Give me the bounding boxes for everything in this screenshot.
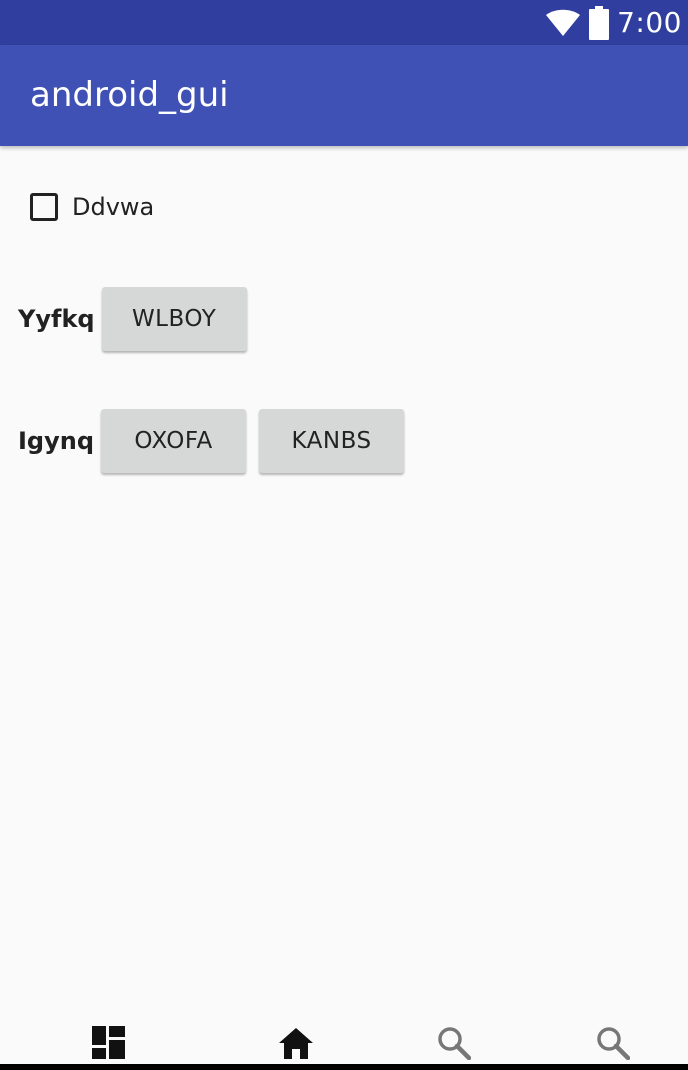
search-icon	[597, 1027, 631, 1061]
bottom-edge	[0, 1064, 688, 1070]
wifi-icon	[546, 9, 581, 36]
nav-dashboard[interactable]	[92, 1026, 125, 1064]
dashboard-icon	[92, 1026, 125, 1059]
battery-icon	[589, 5, 610, 40]
kanbs-button[interactable]: KANBS	[259, 409, 405, 473]
screen: 7:00 android_gui Ddvwa Yyfkq WLBOY Igynq…	[0, 0, 688, 1070]
checkbox-ddvwa[interactable]: Ddvwa	[30, 193, 154, 221]
oxofa-button[interactable]: OXOFA	[101, 409, 247, 473]
wlboy-button[interactable]: WLBOY	[101, 287, 247, 351]
home-icon	[279, 1028, 313, 1059]
app-title: android_gui	[30, 75, 229, 115]
status-bar: 7:00	[0, 0, 688, 45]
status-icons: 7:00	[545, 0, 682, 45]
status-time: 7:00	[617, 6, 682, 39]
nav-home[interactable]	[278, 1026, 314, 1065]
row-yyfkq: Yyfkq WLBOY	[18, 287, 247, 351]
nav-search-1[interactable]	[437, 1026, 472, 1065]
checkbox-label: Ddvwa	[72, 193, 155, 221]
app-bar: android_gui	[0, 45, 688, 146]
nav-search-2[interactable]	[596, 1026, 631, 1065]
row-label-yyfkq: Yyfkq	[18, 305, 95, 333]
checkbox-box[interactable]	[30, 193, 58, 221]
row-label-igynq: Igynq	[18, 427, 95, 455]
search-icon	[438, 1027, 472, 1061]
row-igynq: Igynq OXOFA KANBS	[18, 409, 405, 473]
